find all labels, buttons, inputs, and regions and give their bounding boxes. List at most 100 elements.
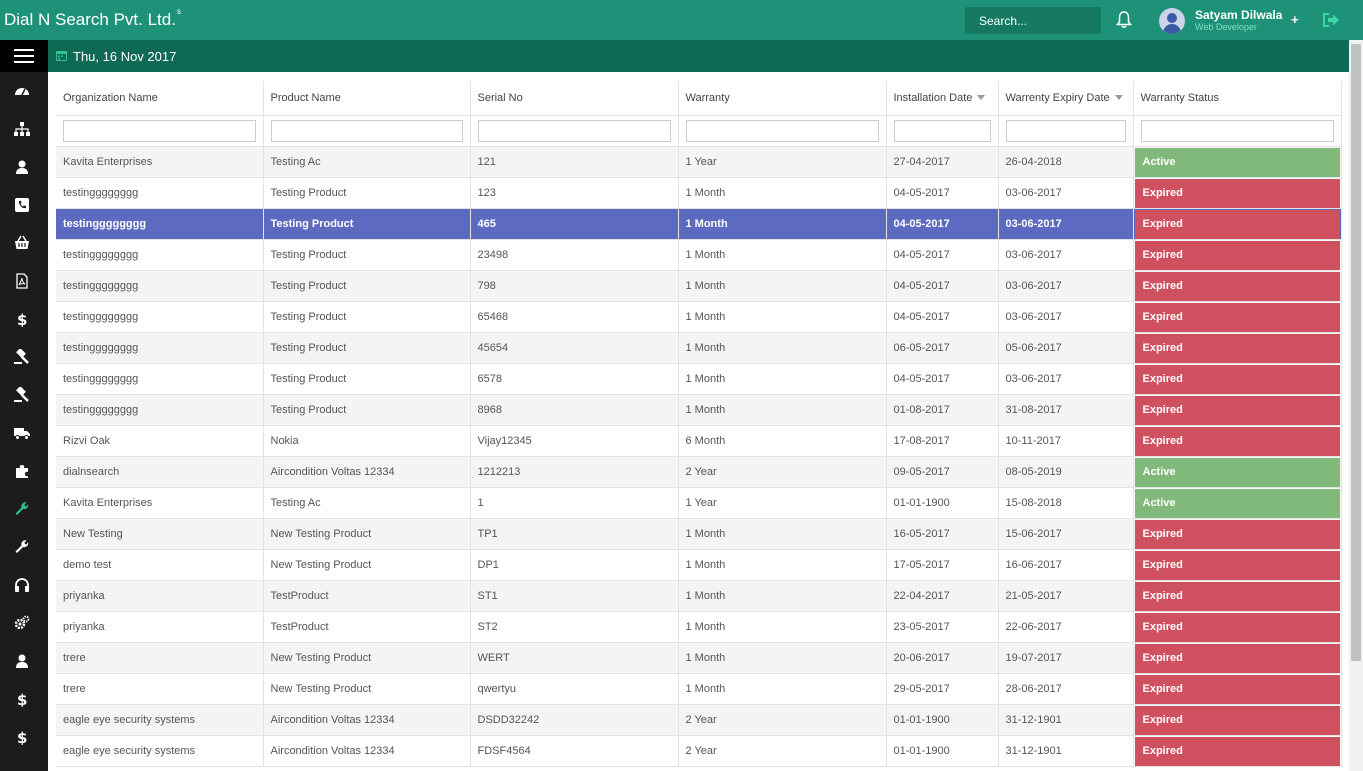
cell-installation-date: 04-05-2017	[886, 363, 999, 395]
menu-toggle[interactable]	[0, 40, 48, 72]
cell-status: Expired	[1133, 580, 1342, 612]
cell-expiry-date: 26-04-2018	[998, 146, 1134, 178]
cell-warranty: 2 Year	[678, 456, 887, 488]
table-row[interactable]: trere New Testing Product WERT 1 Month 20-06…	[56, 642, 1342, 674]
table-row[interactable]: testingggggggg Testing Product 45654 1 Mont…	[56, 332, 1342, 364]
basket-icon[interactable]	[14, 235, 30, 251]
filter-product-input[interactable]	[270, 119, 463, 142]
table-row[interactable]: testingggggggg Testing Product 6578 1 Month…	[56, 363, 1342, 395]
user-icon[interactable]	[14, 653, 30, 669]
table-row[interactable]: testingggggggg Testing Product 123 1 Month 0…	[56, 177, 1342, 209]
truck-icon[interactable]	[14, 425, 30, 441]
cell-product: Testing Product	[263, 270, 471, 302]
filter-warranty-input[interactable]	[685, 119, 879, 142]
table-row[interactable]: demo test New Testing Product DP1 1 Month 17…	[56, 549, 1342, 581]
cell-serial: qwertyu	[470, 673, 679, 705]
scrollbar-thumb[interactable]	[1351, 44, 1361, 661]
cogs-icon[interactable]	[14, 615, 30, 631]
cell-installation-date: 01-01-1900	[886, 735, 999, 767]
user-icon[interactable]	[14, 159, 30, 175]
table-row[interactable]: Kavita Enterprises Testing Ac 1 1 Year 01-01…	[56, 487, 1342, 519]
filter-status-input[interactable]	[1140, 119, 1334, 142]
table-row[interactable]: testingggggggg Testing Product 23498 1 Mont…	[56, 239, 1342, 271]
cell-warranty: 1 Month	[678, 332, 887, 364]
column-header-expiry-date[interactable]: Warrenty Expiry Date	[998, 81, 1134, 116]
cell-expiry-date: 03-06-2017	[998, 363, 1134, 395]
pdf-icon[interactable]	[14, 273, 30, 289]
cell-serial: 1212213	[470, 456, 679, 488]
cell-warranty: 1 Month	[678, 301, 887, 333]
search-input[interactable]	[965, 7, 1101, 34]
table-row[interactable]: Kavita Enterprises Testing Ac 121 1 Year 27-…	[56, 146, 1342, 178]
column-header-product[interactable]: Product Name	[263, 81, 471, 116]
table-row[interactable]: Rizvi Oak Nokia Vijay12345 6 Month 17-08-201…	[56, 425, 1342, 457]
cell-status: Expired	[1133, 394, 1342, 426]
table-row[interactable]: priyanka TestProduct ST1 1 Month 22-04-2017 2…	[56, 580, 1342, 612]
table-row[interactable]: trere New Testing Product qwertyu 1 Month 29…	[56, 673, 1342, 705]
cell-status: Expired	[1133, 425, 1342, 457]
dashboard-icon[interactable]	[14, 83, 30, 99]
sitemap-icon[interactable]	[14, 121, 30, 137]
avatar[interactable]	[1159, 8, 1185, 34]
table-row[interactable]: priyanka TestProduct ST2 1 Month 23-05-2017 2…	[56, 611, 1342, 643]
cell-product: TestProduct	[263, 580, 471, 612]
gavel-icon[interactable]	[14, 387, 30, 403]
svg-text:$: $	[17, 691, 27, 707]
cell-warranty: 1 Month	[678, 518, 887, 550]
cell-serial: Vijay12345	[470, 425, 679, 457]
status-badge: Expired	[1134, 333, 1340, 362]
column-header-organization[interactable]: Organization Name	[56, 81, 264, 116]
filter-organization-input[interactable]	[63, 119, 256, 142]
bell-icon[interactable]	[1116, 11, 1132, 29]
cell-installation-date: 17-08-2017	[886, 425, 999, 457]
column-header-serial[interactable]: Serial No	[470, 81, 679, 116]
cell-product: Testing Product	[263, 394, 471, 426]
cell-serial: ST2	[470, 611, 679, 643]
table-row[interactable]: testingggggggg Testing Product 8968 1 Month…	[56, 394, 1342, 426]
user-name[interactable]: Satyam Dilwala	[1195, 8, 1282, 22]
phone-icon[interactable]	[14, 197, 30, 213]
filter-installation-input[interactable]	[893, 119, 991, 142]
table-row[interactable]: testingggggggg Testing Product 798 1 Month 0…	[56, 270, 1342, 302]
cell-expiry-date: 03-06-2017	[998, 239, 1134, 271]
cell-status: Expired	[1133, 301, 1342, 333]
cell-serial: 123	[470, 177, 679, 209]
table-row[interactable]: eagle eye security systems Aircondition V…	[56, 735, 1342, 767]
table-row[interactable]: testingggggggg Testing Product 65468 1 Mont…	[56, 301, 1342, 333]
brand-logo[interactable]: Dial N Search Pvt. Ltd.s	[4, 7, 181, 30]
dollar-icon[interactable]: $	[14, 311, 30, 327]
gavel-icon[interactable]	[14, 349, 30, 365]
cell-expiry-date: 10-11-2017	[998, 425, 1134, 457]
filter-icon[interactable]	[1114, 94, 1123, 100]
logout-icon[interactable]	[1322, 12, 1340, 28]
table-row[interactable]: eagle eye security systems Aircondition V…	[56, 704, 1342, 736]
cell-product: Testing Product	[263, 239, 471, 271]
column-header-status[interactable]: Warranty Status	[1133, 81, 1342, 116]
cell-warranty: 6 Month	[678, 425, 887, 457]
cell-warranty: 1 Month	[678, 177, 887, 209]
wrench-icon[interactable]	[14, 539, 30, 555]
filter-icon[interactable]	[977, 94, 986, 100]
cell-expiry-date: 16-06-2017	[998, 549, 1134, 581]
puzzle-icon[interactable]	[14, 463, 30, 479]
headphones-icon[interactable]	[14, 577, 30, 593]
filter-expiry-input[interactable]	[1005, 119, 1126, 142]
cell-organization: dialnsearch	[56, 456, 264, 488]
svg-text:$: $	[17, 729, 27, 745]
plus-icon[interactable]: +	[1291, 12, 1299, 27]
column-header-installation-date[interactable]: Installation Date	[886, 81, 999, 116]
table-row[interactable]: dialnsearch Aircondition Voltas 12334 1212…	[56, 456, 1342, 488]
cell-organization: testingggggggg	[56, 394, 264, 426]
filter-serial-input[interactable]	[477, 119, 671, 142]
wrench-icon[interactable]	[14, 501, 30, 517]
table-row[interactable]: New Testing New Testing Product TP1 1 Month…	[56, 518, 1342, 550]
brand-name[interactable]: Dial N Search Pvt. Ltd.	[4, 10, 176, 29]
column-header-warranty[interactable]: Warranty	[678, 81, 887, 116]
status-badge: Expired	[1134, 395, 1340, 424]
column-label: Installation Date	[893, 91, 973, 104]
dollar-icon[interactable]: $	[14, 729, 30, 745]
status-badge: Expired	[1134, 271, 1340, 300]
dollar-icon[interactable]: $	[14, 691, 30, 707]
cell-warranty: 1 Month	[678, 611, 887, 643]
table-row[interactable]: testingggggggg Testing Product 465 1 Month 0…	[56, 208, 1342, 240]
